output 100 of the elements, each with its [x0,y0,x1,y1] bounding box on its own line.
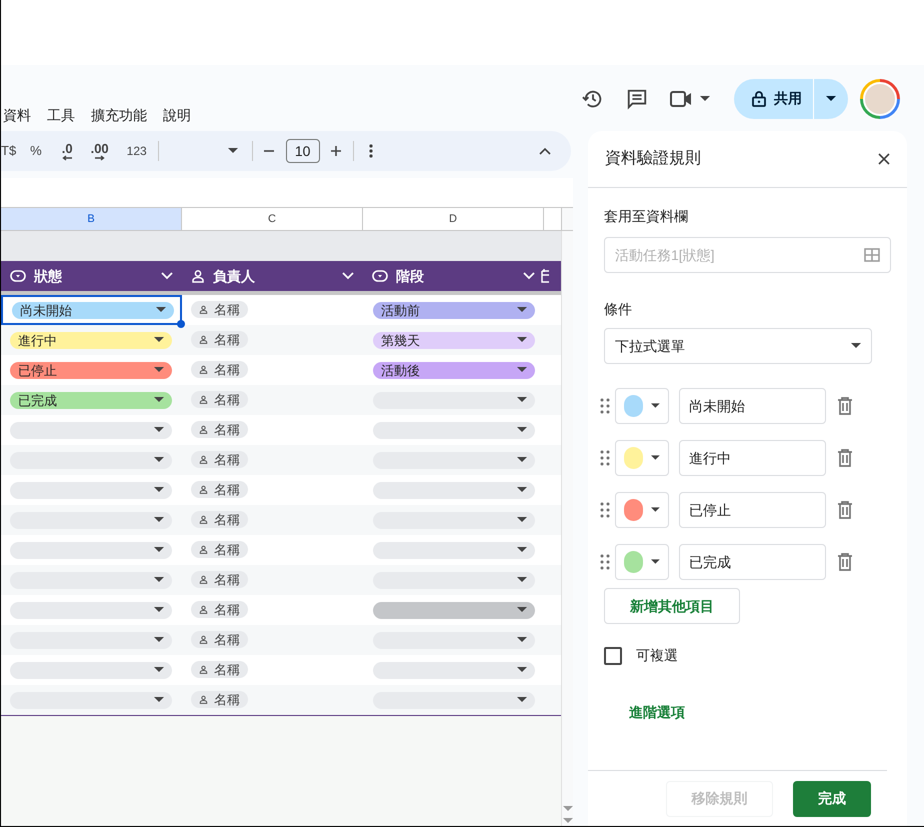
video-call-button[interactable] [670,90,710,108]
more-vertical-icon[interactable] [368,144,373,158]
drag-handle-icon[interactable] [600,450,610,466]
trash-icon[interactable] [837,553,853,571]
person-chip[interactable]: 名稱 [191,631,248,648]
column-header[interactable]: C [182,208,363,230]
person-chip[interactable]: 名稱 [191,421,248,438]
column-header[interactable]: D [363,208,544,230]
option-input-field[interactable]: 尚未開始 [679,388,826,424]
dropdown-chip[interactable]: 已停止 [10,362,172,378]
table-header[interactable]: 狀態 [1,266,182,286]
dropdown-chip[interactable] [10,662,172,678]
dropdown-chip[interactable]: 活動後 [373,362,535,378]
dropdown-chip[interactable] [10,452,172,468]
table-header[interactable]: 階段 [363,266,544,286]
dropdown-chip[interactable] [10,632,172,648]
trash-icon[interactable] [837,449,853,467]
dropdown-chip[interactable] [10,482,172,498]
color-picker-button[interactable] [615,440,669,476]
percent-format-button[interactable]: % [30,141,42,161]
caret-icon [154,547,164,553]
option-input-field[interactable]: 已停止 [679,492,826,528]
vertical-scrollbar[interactable] [561,231,573,826]
person-chip[interactable]: 名稱 [191,361,248,378]
plus-icon[interactable] [330,145,342,157]
person-chip[interactable]: 名稱 [191,331,248,348]
menu-item[interactable]: 工具 [47,105,75,126]
dropdown-chip[interactable] [373,542,535,558]
color-picker-button[interactable] [615,492,669,528]
add-item-button[interactable]: 新增其他項目 [604,588,740,624]
decrease-decimal-button[interactable]: .0 [62,142,73,160]
person-icon [199,305,208,314]
dropdown-chip[interactable] [10,422,172,438]
menu-item[interactable]: 說明 [163,105,191,126]
trash-icon[interactable] [837,397,853,415]
dropdown-chip[interactable]: 尚未開始 [12,302,174,318]
number-format-button[interactable]: 123 [126,142,147,160]
status-cell[interactable]: 已完成 [1,385,182,415]
person-chip[interactable]: 名稱 [191,391,248,408]
dropdown-chip[interactable] [373,392,535,408]
person-icon [199,605,208,614]
person-chip[interactable]: 名稱 [191,301,248,318]
advanced-options-link[interactable]: 進階選項 [629,702,891,723]
dropdown-chip[interactable] [373,632,535,648]
person-chip[interactable]: 名稱 [191,601,248,618]
chevron-up-icon[interactable] [539,147,551,155]
comment-icon[interactable] [626,88,648,110]
dropdown-chip[interactable] [373,452,535,468]
dropdown-chip[interactable] [10,512,172,528]
status-cell[interactable]: 進行中 [1,325,182,355]
dropdown-chip[interactable]: 進行中 [10,332,172,348]
person-chip[interactable]: 名稱 [191,481,248,498]
grid-icon[interactable] [864,248,880,262]
close-icon[interactable] [878,153,890,165]
fill-handle[interactable] [177,320,185,328]
menu-item[interactable]: 資料 [3,105,31,126]
increase-decimal-button[interactable]: .00 [90,142,109,160]
menu-item[interactable]: 擴充功能 [91,105,147,126]
person-chip[interactable]: 名稱 [191,511,248,528]
criteria-dropdown[interactable]: 下拉式選單 [604,328,872,364]
font-size-field[interactable]: 10 [286,139,320,163]
person-chip[interactable]: 名稱 [191,541,248,558]
person-chip[interactable]: 名稱 [191,661,248,678]
avatar[interactable] [860,78,900,118]
dropdown-chip[interactable] [373,602,535,618]
formula-bar[interactable] [1,178,573,207]
dropdown-chip[interactable] [373,662,535,678]
currency-format-button[interactable]: T$ [1,141,16,161]
person-chip[interactable]: 名稱 [191,691,248,708]
column-header[interactable]: B [1,208,182,230]
table-header[interactable]: 負責人 [182,266,363,286]
dropdown-chip[interactable] [373,512,535,528]
dropdown-chip[interactable] [10,572,172,588]
dropdown-chip[interactable] [10,542,172,558]
drag-handle-icon[interactable] [600,502,610,518]
dropdown-chip[interactable] [10,602,172,618]
dropdown-chip[interactable] [373,422,535,438]
dropdown-chip[interactable] [373,572,535,588]
checkbox[interactable] [604,646,622,664]
drag-handle-icon[interactable] [600,554,610,570]
dropdown-chip[interactable] [373,482,535,498]
option-input-field[interactable]: 進行中 [679,440,826,476]
option-input-field[interactable]: 已完成 [679,544,826,580]
dropdown-chip[interactable] [373,692,535,708]
dropdown-chip[interactable]: 第幾天 [373,332,535,348]
person-chip[interactable]: 名稱 [191,451,248,468]
color-picker-button[interactable] [615,544,669,580]
status-cell[interactable]: 已停止 [1,355,182,385]
color-picker-button[interactable] [615,388,669,424]
dropdown-chip[interactable] [10,692,172,708]
trash-icon[interactable] [837,501,853,519]
done-button[interactable]: 完成 [793,780,871,816]
caret-icon [517,487,527,493]
drag-handle-icon[interactable] [600,398,610,414]
chevron-down-icon[interactable] [523,272,535,280]
chevron-down-icon[interactable] [342,272,354,280]
dropdown-chip[interactable]: 已完成 [10,392,172,408]
chevron-down-icon[interactable] [161,272,173,280]
person-chip[interactable]: 名稱 [191,571,248,588]
dropdown-chip[interactable]: 活動前 [373,302,535,318]
